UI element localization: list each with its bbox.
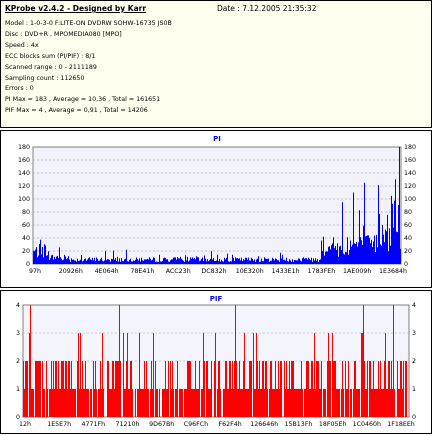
x-tick-label: 4E064h bbox=[95, 268, 119, 275]
y-tick-label-left: 140 bbox=[18, 170, 30, 177]
model-line: Model : 1-0-3-0 F:LITE-ON DVDRW SOHW-167… bbox=[5, 20, 172, 27]
x-tick-label: ACC23h bbox=[166, 268, 191, 275]
y-tick-label-left: 0 bbox=[16, 414, 20, 421]
y-tick-label-left: 60 bbox=[22, 222, 30, 229]
y-tick-label-left: 160 bbox=[18, 157, 30, 164]
y-tick-label-left: 40 bbox=[22, 235, 30, 242]
app-title: KProbe v2.4.2 - Designed by Karr bbox=[5, 4, 147, 13]
pif-summary-line: PIF Max = 4 , Average = 0,91 , Total = 1… bbox=[5, 107, 148, 115]
chart-title: PI bbox=[213, 135, 221, 143]
x-tick-label: 1E3684h bbox=[379, 268, 407, 275]
x-tick-label: 1E5E7h bbox=[47, 421, 71, 428]
speed-line: Speed : 4x bbox=[5, 41, 39, 49]
y-tick-label-left: 3 bbox=[16, 330, 20, 337]
x-tick-label: 4771Fh bbox=[82, 421, 106, 428]
range-line: Scanned range : 0 - 2111189 bbox=[5, 63, 97, 71]
y-tick-label-right: 120 bbox=[404, 183, 416, 190]
disc-info: Model : 1-0-3-0 F:LITE-ON DVDRW SOHW-167… bbox=[5, 19, 172, 117]
y-tick-label-right: 100 bbox=[404, 196, 416, 203]
x-tick-label: 12h bbox=[19, 421, 31, 428]
plot-area bbox=[32, 146, 402, 265]
x-tick-label: F62F4h bbox=[218, 421, 241, 428]
pif-chart-panel: PIF 0 0 1 1 2 2 3 3 4 4 12h 1E5E7h 4771Fh 71210h 9D67Bh… bbox=[0, 290, 432, 434]
y-tick-label-left: 0 bbox=[26, 261, 30, 268]
y-tick-label-right: 1 bbox=[412, 386, 416, 393]
errors-line: Errors : 0 bbox=[5, 85, 34, 93]
y-tick-label-left: 120 bbox=[18, 183, 30, 190]
x-tick-label: 1AE009h bbox=[343, 268, 371, 275]
x-tick-label: 1433E1h bbox=[272, 268, 300, 275]
pi-summary-line: PI Max = 183 , Average = 10,36 , Total =… bbox=[5, 96, 161, 104]
pi-chart: PI 0 0 20 20 40 40 60 60 80 80 100 100 120 120 140 140 16… bbox=[18, 135, 416, 275]
chart-title: PIF bbox=[210, 295, 223, 303]
y-tick-label-right: 2 bbox=[412, 358, 416, 365]
y-tick-label-left: 80 bbox=[22, 209, 30, 216]
x-tick-label: 71210h bbox=[116, 421, 140, 428]
pi-chart-panel: PI 0 0 20 20 40 40 60 60 80 80 100 100 120 120 140 140 16… bbox=[0, 130, 432, 288]
y-tick-label-right: 140 bbox=[404, 170, 416, 177]
x-tick-label: C96FCh bbox=[184, 421, 208, 428]
y-tick-label-right: 160 bbox=[404, 157, 416, 164]
ecc-line: ECC blocks sum (PI/PIF) : 8/1 bbox=[5, 52, 96, 60]
x-tick-label: 1C0460h bbox=[353, 421, 381, 428]
y-tick-label-left: 180 bbox=[18, 144, 30, 151]
x-tick-label: 78E41h bbox=[130, 268, 154, 275]
report-header: KProbe v2.4.2 - Designed by Karr Date : … bbox=[0, 0, 432, 128]
y-tick-label-left: 1 bbox=[16, 386, 20, 393]
y-tick-label-right: 40 bbox=[404, 235, 412, 242]
x-tick-label: 18F05Eh bbox=[319, 421, 347, 428]
y-tick-label-left: 4 bbox=[16, 302, 20, 309]
x-tick-label: 126646h bbox=[250, 421, 278, 428]
y-tick-label-right: 3 bbox=[412, 330, 416, 337]
y-tick-label-left: 100 bbox=[18, 196, 30, 203]
y-tick-label-right: 20 bbox=[404, 248, 412, 255]
x-tick-label: DC832h bbox=[201, 268, 226, 275]
x-tick-label: 97h bbox=[29, 268, 41, 275]
sampling-line: Sampling count : 112650 bbox=[5, 74, 85, 82]
x-tick-label: 1783FEh bbox=[308, 268, 336, 275]
y-tick-label-right: 60 bbox=[404, 222, 412, 229]
x-tick-label: 15B13Fh bbox=[284, 421, 312, 428]
x-tick-label: 20926h bbox=[59, 268, 83, 275]
y-tick-label-right: 180 bbox=[404, 144, 416, 151]
x-tick-label: 10E320h bbox=[236, 268, 264, 275]
x-tick-label: 1F18EEh bbox=[387, 421, 415, 428]
x-tick-label: 9D67Bh bbox=[149, 421, 174, 428]
y-tick-label-left: 20 bbox=[22, 248, 30, 255]
y-tick-label-right: 0 bbox=[412, 414, 416, 421]
y-tick-label-left: 2 bbox=[16, 358, 20, 365]
pif-chart: PIF 0 0 1 1 2 2 3 3 4 4 12h 1E5E7h 4771Fh 71210h 9D67Bh… bbox=[16, 295, 416, 428]
y-tick-label-right: 0 bbox=[404, 261, 408, 268]
y-tick-label-right: 4 bbox=[412, 302, 416, 309]
y-tick-label-right: 80 bbox=[404, 209, 412, 216]
scan-date: Date : 7.12.2005 21:35:32 bbox=[217, 4, 317, 13]
disc-line: Disc : DVD+R , MPOMEDIA080 [MPO] bbox=[5, 30, 122, 38]
